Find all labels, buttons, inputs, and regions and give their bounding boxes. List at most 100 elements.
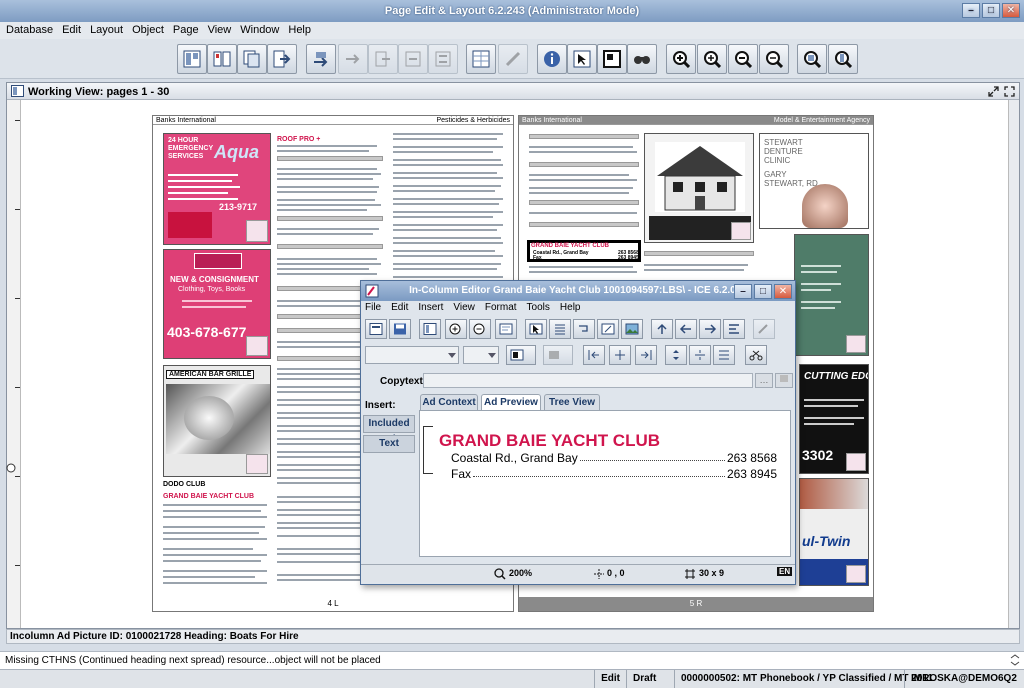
ice-menu-view[interactable]: View [453,301,481,316]
working-view-title: Working View: pages 1 - 30 [28,86,170,98]
ice-menu-edit[interactable]: Edit [391,301,414,316]
ice-image-button[interactable] [621,319,643,339]
ruler-marker-icon[interactable] [5,462,17,474]
ice-menu-tools[interactable]: Tools [527,301,556,316]
house-ad[interactable] [644,133,754,243]
menu-layout[interactable]: Layout [90,22,129,39]
zoom-in-button[interactable] [666,44,696,74]
vertical-scrollbar[interactable] [1008,100,1019,628]
ice-new-button[interactable] [365,319,387,339]
menu-window[interactable]: Window [240,22,285,39]
ice-cut-button[interactable] [745,345,767,365]
copytext-more-button[interactable]: … [755,373,773,388]
ice-list-button[interactable] [549,319,571,339]
ice-fit-button[interactable] [495,319,517,339]
minimize-button[interactable]: – [962,3,980,18]
american-bar-ad[interactable]: AMERICAN BAR GRILLE [163,365,271,477]
binoculars-button[interactable] [627,44,657,74]
arrow-out-button[interactable] [368,44,398,74]
pages-forward-button[interactable] [398,44,428,74]
insert-text-button[interactable]: Text [363,435,415,453]
arrow-right-icon [705,324,717,334]
ice-color-button[interactable] [506,345,536,365]
page-layout-button[interactable] [177,44,207,74]
consignment-ad[interactable]: NEW & CONSIGNMENT Clothing, Toys, Books … [163,249,271,359]
copytext-edit-button[interactable] [775,373,793,388]
zoom-plus-button[interactable] [697,44,727,74]
ice-save-button[interactable] [389,319,411,339]
save-icon [394,323,406,335]
menu-view[interactable]: View [208,22,238,39]
zoom-in-icon [449,323,461,335]
ul-twin-ad[interactable]: ul-Twin [799,478,869,586]
in-column-editor-window[interactable]: In-Column Editor Grand Baie Yacht Club 1… [360,280,796,585]
ice-menu-format[interactable]: Format [485,301,523,316]
zoom-out-button[interactable] [759,44,789,74]
arrow-right-button[interactable] [338,44,368,74]
ice-style-combo[interactable] [365,346,459,364]
ice-select-button[interactable] [525,319,547,339]
ice-justify-button[interactable] [713,345,735,365]
tab-ad-preview[interactable]: Ad Preview [481,394,541,411]
copytext-field[interactable] [423,373,753,388]
ice-menu-file[interactable]: File [365,301,387,316]
ice-zoom-in-button[interactable] [445,319,467,339]
pages-back-button[interactable] [428,44,458,74]
zoom-fit-button[interactable] [797,44,827,74]
close-button[interactable]: ✕ [1002,3,1020,18]
ice-minimize-button[interactable]: – [734,284,752,299]
ice-box-button[interactable] [543,345,573,365]
menu-page[interactable]: Page [173,22,205,39]
select-box-button[interactable] [597,44,627,74]
restore-view-icon[interactable] [988,86,999,97]
ice-resize-button[interactable] [597,319,619,339]
status-job: 0000000502: MT Phonebook / YP Classified… [674,670,933,688]
ice-indent-right-button[interactable] [635,345,657,365]
select-cursor-icon [573,50,591,68]
ice-indent-left-button[interactable] [583,345,605,365]
ice-size-combo[interactable] [463,346,499,364]
ice-spacing-down-button[interactable] [689,345,711,365]
export-button[interactable] [267,44,297,74]
move-up-icon [657,323,667,334]
copy-page-button[interactable] [237,44,267,74]
ice-maximize-button[interactable]: □ [754,284,772,299]
insert-included-ad-button[interactable]: Included Ad [363,415,415,445]
zoom-page-button[interactable] [828,44,858,74]
message-scroll-icon[interactable] [1010,654,1020,666]
select-cursor-button[interactable] [567,44,597,74]
tab-ad-context[interactable]: Ad Context [420,394,478,410]
move-ad-button[interactable] [306,44,336,74]
menu-object[interactable]: Object [132,22,170,39]
maximize-button[interactable]: □ [982,3,1000,18]
info-button[interactable] [537,44,567,74]
ice-zoom-out-button[interactable] [469,319,491,339]
ice-arrow-left-button[interactable] [675,319,697,339]
grid-view-button[interactable] [466,44,496,74]
zoom-minus-button[interactable] [728,44,758,74]
spread-view-button[interactable] [207,44,237,74]
gbyc-ad-selected[interactable]: GRAND BAIE YACHT CLUB Coastal Rd., Grand… [527,240,641,262]
cutting-edge-ad[interactable]: CUTTING EDGE 3302 [799,364,869,474]
menu-database[interactable]: Database [6,22,59,39]
ice-layout-button[interactable] [419,319,441,339]
ice-close-button[interactable]: ✕ [774,284,792,299]
ice-indent-both-button[interactable] [609,345,631,365]
ice-menu-help[interactable]: Help [560,301,587,316]
tab-tree-view[interactable]: Tree View [544,394,600,410]
menu-help[interactable]: Help [288,22,317,39]
ice-move-up-button[interactable] [651,319,673,339]
ice-edit-button[interactable] [753,319,775,339]
denture-panel-ad[interactable] [794,234,869,356]
ice-wrap-button[interactable] [573,319,595,339]
link-button[interactable] [498,44,528,74]
ice-menu-insert[interactable]: Insert [418,301,449,316]
ice-spacing-up-button[interactable] [665,345,687,365]
menu-edit[interactable]: Edit [62,22,87,39]
stewart-clinic-ad[interactable]: STEWART DENTURE CLINIC GARY STEWART, RD [759,133,869,229]
ice-align-button[interactable] [723,319,745,339]
ice-arrow-right-button[interactable] [699,319,721,339]
ice-language[interactable]: EN [777,567,793,576]
aqua-ad[interactable]: 24 HOUR EMERGENCY SERVICES Aqua 213-9717 [163,133,271,245]
maximize-view-icon[interactable] [1004,86,1015,97]
